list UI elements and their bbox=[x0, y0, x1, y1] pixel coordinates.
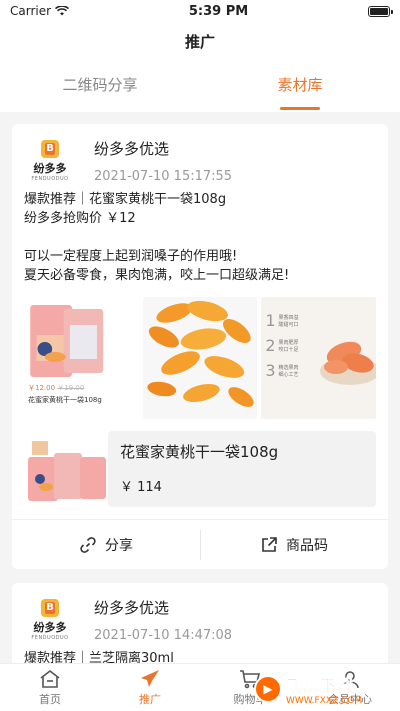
page-title: 推广 bbox=[0, 22, 400, 62]
product-name: 花蜜家黄桃干一袋108g bbox=[120, 443, 279, 461]
product-price: ￥ 114 bbox=[120, 480, 162, 495]
brand-mark-icon bbox=[41, 140, 59, 158]
brand-logo: 纷多多 FENDUODUO bbox=[30, 140, 70, 182]
image-old-price: ￥19.00 bbox=[57, 384, 85, 392]
paper-plane-icon bbox=[141, 669, 159, 687]
tab-bar-top: 二维码分享 素材库 bbox=[0, 62, 400, 112]
product-code-label: 商品码 bbox=[286, 537, 328, 554]
material-feed[interactable]: 纷多多 FENDUODUO 纷多多优选 2021-07-10 15:17:55 … bbox=[0, 112, 400, 663]
site-watermark: ▶ 飞翔下载 WWW.FXXZ.COM bbox=[254, 671, 394, 707]
post-text: 爆款推荐｜花蜜家黄桃干一袋108g 纷多多抢购价 ￥12 可以一定程度上起到润嗓… bbox=[24, 192, 290, 283]
share-label: 分享 bbox=[105, 537, 133, 554]
tabbar-promote[interactable]: 推广 bbox=[100, 664, 200, 711]
clock: 5:39 PM bbox=[188, 3, 249, 19]
post-date: 2021-07-10 15:17:55 bbox=[94, 169, 233, 184]
card-actions: 分享 商品码 bbox=[12, 519, 388, 569]
tab-material-library[interactable]: 素材库 bbox=[200, 62, 400, 112]
tab-qrcode-share[interactable]: 二维码分享 bbox=[0, 62, 200, 112]
post-text: 爆款推荐｜兰芝隔离30ml 纷多多抢购价 ￥114 bbox=[24, 651, 174, 663]
product-image-features[interactable]: 1 果香四溢 酸甜可口 2 果肉肥厚 咬口十足 3 精选果肉 细心工艺 bbox=[261, 297, 377, 419]
image-gallery: ￥12.00 ￥19.00 花蜜家黄桃干一袋108g 1 果香四溢 酸甜可口 2… bbox=[12, 285, 388, 419]
product-image-package[interactable]: ￥12.00 ￥19.00 花蜜家黄桃干一袋108g bbox=[24, 297, 139, 419]
brand-logo: 纷多多 FENDUODUO bbox=[30, 599, 70, 641]
carrier-label: Carrier bbox=[10, 4, 52, 18]
status-bar: Carrier 5:39 PM bbox=[0, 0, 400, 22]
image-caption: 花蜜家黄桃干一袋108g bbox=[28, 396, 102, 404]
battery-icon bbox=[368, 5, 393, 17]
material-card: 纷多多 FENDUODUO 纷多多优选 2021-07-10 14:47:08 … bbox=[12, 583, 388, 663]
post-date: 2021-07-10 14:47:08 bbox=[94, 628, 233, 643]
export-icon bbox=[262, 536, 277, 552]
wifi-icon bbox=[55, 6, 70, 16]
share-button[interactable]: 分享 bbox=[12, 520, 200, 569]
author-name: 纷多多优选 bbox=[94, 599, 170, 617]
product-link-card[interactable]: 花蜜家黄桃干一袋108g ￥ 114 bbox=[24, 431, 376, 507]
product-thumbnail bbox=[24, 431, 108, 507]
author-name: 纷多多优选 bbox=[94, 140, 170, 158]
tabbar-home[interactable]: 首页 bbox=[0, 664, 100, 711]
product-code-button[interactable]: 商品码 bbox=[200, 520, 388, 569]
link-icon bbox=[80, 536, 96, 553]
watermark-logo-icon: ▶ bbox=[254, 675, 282, 703]
material-card: 纷多多 FENDUODUO 纷多多优选 2021-07-10 15:17:55 … bbox=[12, 124, 388, 569]
home-icon bbox=[40, 669, 60, 688]
product-image-peaches[interactable] bbox=[142, 297, 258, 419]
image-price: ￥12.00 bbox=[28, 384, 56, 392]
brand-mark-icon bbox=[41, 599, 59, 617]
